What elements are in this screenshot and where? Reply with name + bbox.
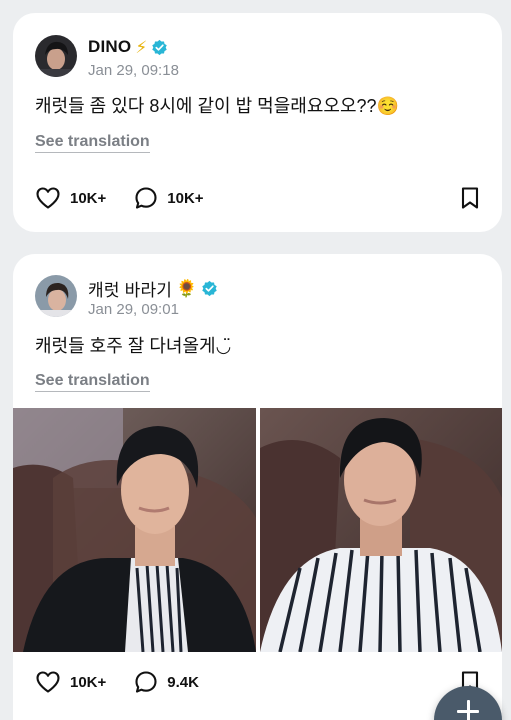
post-photo[interactable] (13, 408, 256, 652)
see-translation-link[interactable]: See translation (35, 133, 150, 153)
post-card[interactable]: 캐럿 바라기 🌻 Jan 29, 09:01 캐럿들 호주 잘 다녀올게◡̈ S… (13, 254, 502, 720)
heart-icon (36, 671, 60, 693)
like-count: 10K+ (70, 673, 107, 691)
post-timestamp: Jan 29, 09:18 (88, 62, 179, 79)
like-count: 10K+ (70, 189, 107, 207)
verified-badge-icon (202, 280, 218, 297)
comment-button[interactable]: 9.4K (134, 670, 199, 694)
author-name[interactable]: DINO (88, 37, 131, 57)
bookmark-icon (461, 187, 479, 209)
heart-icon (36, 187, 60, 209)
comment-button[interactable]: 10K+ (134, 186, 204, 210)
post-photo[interactable] (260, 408, 502, 652)
plus-icon (457, 700, 479, 720)
author-emoji: ⚡ (135, 37, 148, 57)
comment-icon (135, 187, 157, 209)
author-emoji: 🌻 (176, 279, 198, 298)
post-actions: 10K+ 10K+ (35, 184, 480, 212)
like-button[interactable]: 10K+ (35, 670, 106, 694)
author-name[interactable]: 캐럿 바라기 (88, 276, 172, 301)
author-avatar[interactable] (35, 35, 77, 77)
post-text: 캐럿들 호주 잘 다녀올게◡̈ (35, 336, 232, 356)
bookmark-button[interactable] (460, 186, 480, 210)
verified-badge-icon (152, 39, 167, 55)
see-translation-link[interactable]: See translation (35, 372, 150, 392)
like-button[interactable]: 10K+ (35, 186, 106, 210)
post-actions: 10K+ 9.4K (35, 668, 480, 696)
comment-count: 9.4K (167, 673, 199, 691)
comment-count: 10K+ (167, 189, 204, 207)
post-card[interactable]: DINO ⚡ Jan 29, 09:18 캐럿들 좀 있다 8시에 같이 밥 먹… (13, 13, 502, 232)
post-timestamp: Jan 29, 09:01 (88, 301, 179, 318)
comment-icon (135, 671, 157, 693)
author-avatar[interactable] (35, 275, 77, 317)
post-text: 캐럿들 좀 있다 8시에 같이 밥 먹을래요오오??☺️ (35, 96, 399, 116)
